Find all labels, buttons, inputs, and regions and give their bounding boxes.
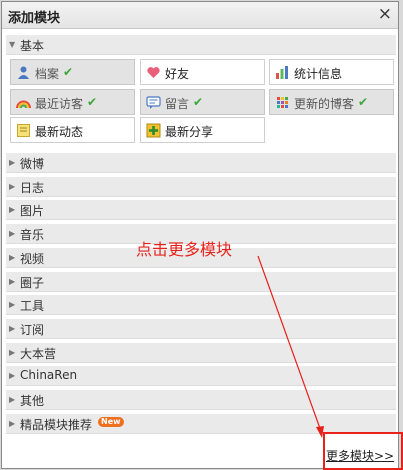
more-modules-link[interactable]: 更多模块>> — [326, 447, 394, 464]
annotation-arrow — [257, 255, 324, 438]
annotation-text: 点击更多模块 — [136, 240, 233, 259]
